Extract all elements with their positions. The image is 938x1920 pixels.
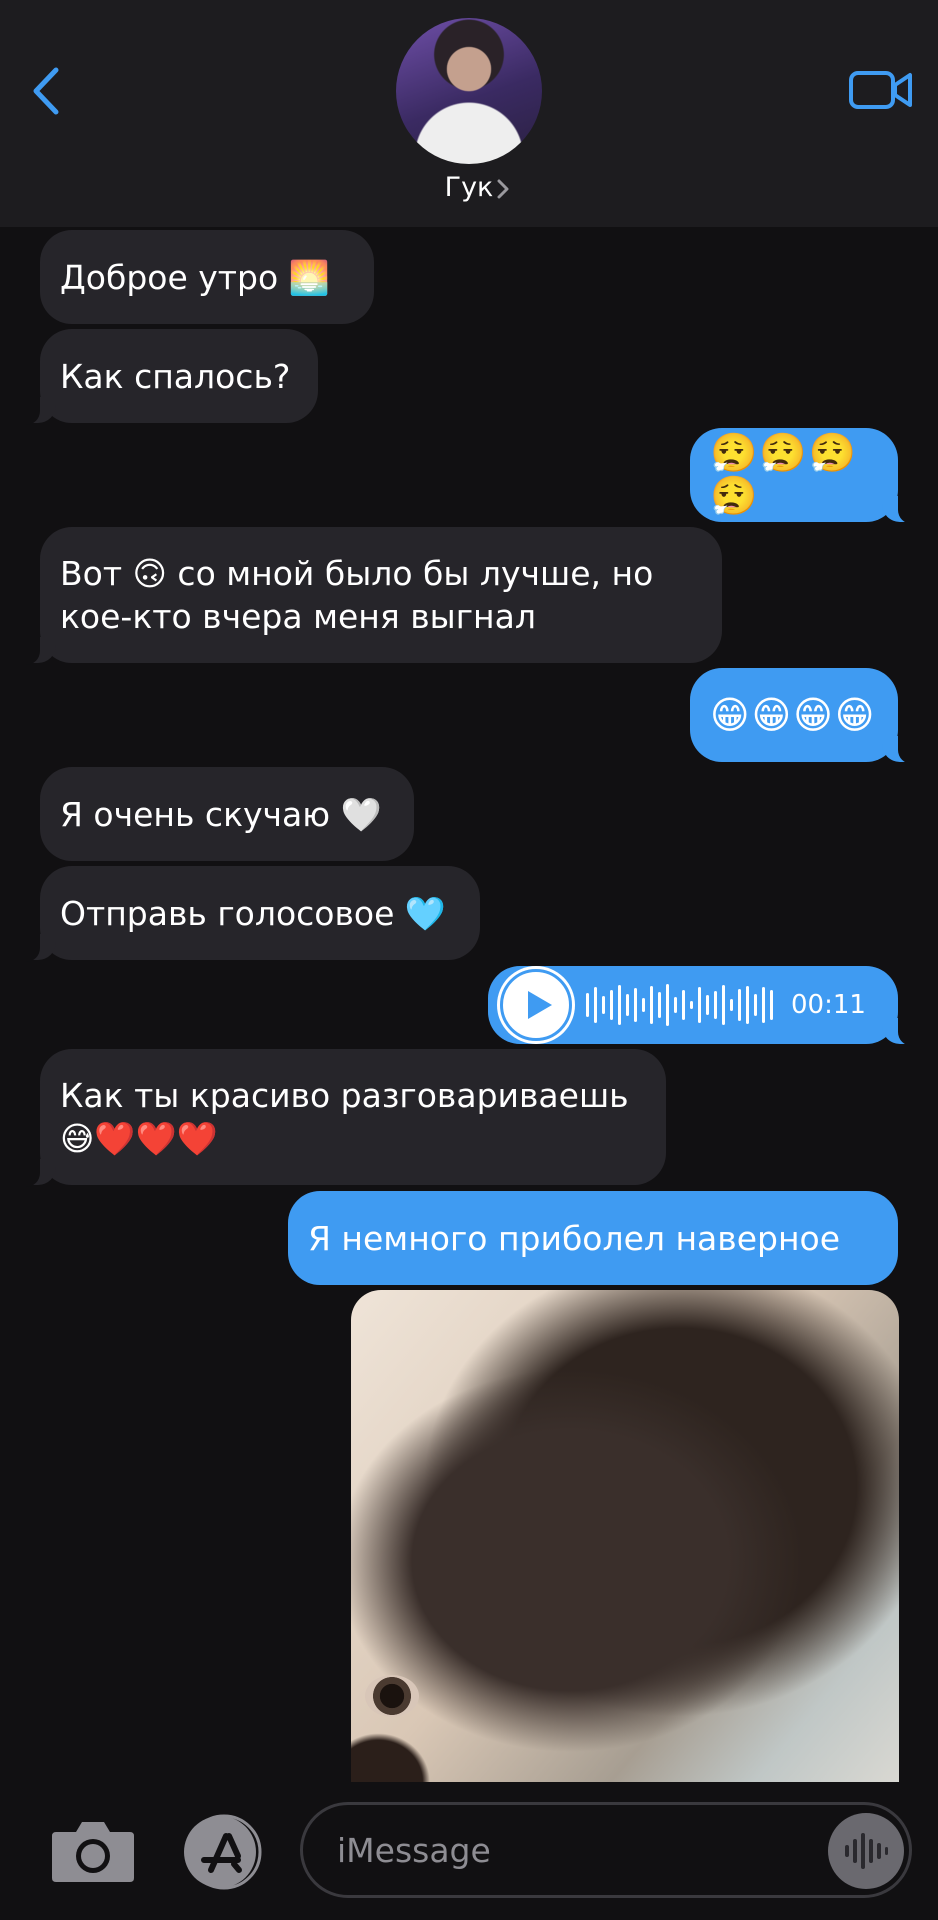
- message-bubble-incoming[interactable]: Я очень скучаю 🤍: [40, 767, 414, 861]
- message-bubble-incoming[interactable]: Доброе утро 🌅: [40, 230, 374, 324]
- chevron-right-icon[interactable]: [496, 178, 510, 200]
- message-bubble-outgoing[interactable]: Я немного приболел наверное: [288, 1191, 898, 1285]
- conversation-header: Гук: [0, 0, 938, 227]
- message-input[interactable]: [300, 1802, 912, 1898]
- message-bubble-incoming[interactable]: Вот 🙃 со мной было бы лучше, но кое-кто …: [14, 527, 722, 665]
- voice-message-bubble[interactable]: 00:11: [488, 966, 924, 1046]
- contact-avatar[interactable]: [396, 18, 542, 164]
- message-bubble-outgoing[interactable]: 😁😁😁😁: [690, 668, 924, 764]
- camera-icon[interactable]: [48, 1816, 138, 1886]
- play-icon[interactable]: [500, 969, 572, 1041]
- message-bubble-incoming[interactable]: Как ты красиво разговариваешь 😅❤️❤️❤️: [14, 1049, 666, 1187]
- photo-detail: [365, 1675, 419, 1717]
- contact-name[interactable]: Гук: [0, 172, 938, 203]
- audio-duration: 00:11: [791, 989, 866, 1020]
- audio-record-icon[interactable]: [828, 1813, 904, 1889]
- audio-waveform[interactable]: [586, 975, 773, 1035]
- message-bubble-incoming[interactable]: Отправь голосовое 🩵: [14, 866, 480, 962]
- message-bubble-outgoing[interactable]: 😮‍💨😮‍💨😮‍💨😮‍💨: [690, 428, 924, 524]
- photo-attachment[interactable]: [351, 1290, 899, 1782]
- video-call-icon[interactable]: [848, 68, 914, 112]
- message-bubble-incoming[interactable]: Как спалось?: [14, 329, 318, 425]
- app-store-icon[interactable]: [182, 1812, 262, 1892]
- back-chevron-icon[interactable]: [28, 66, 64, 116]
- waveform-icon: [845, 1833, 888, 1869]
